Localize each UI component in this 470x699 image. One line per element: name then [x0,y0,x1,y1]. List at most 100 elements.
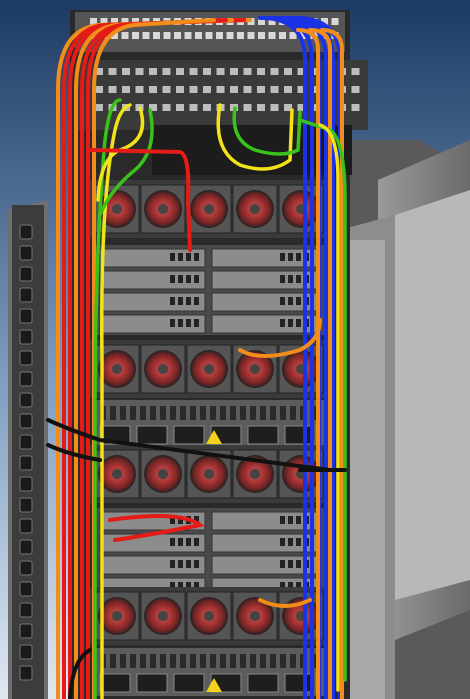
vent-slot [270,406,276,420]
blade-port [288,516,293,524]
blade-port [280,560,285,568]
switch-port [257,104,265,111]
switch-port [203,104,211,111]
pdu-outlet [19,287,33,303]
blade-port [288,253,293,261]
blade-port [288,319,293,327]
vent-slot [230,654,236,668]
blade-port [194,275,199,283]
blade-port [280,538,285,546]
blade-port [186,560,191,568]
blade-port [194,319,199,327]
switch-port [135,68,144,75]
vent-slot [140,654,146,668]
psu-module [173,425,205,445]
patch-port [237,32,244,39]
pdu-outlet [19,434,33,450]
vent-slot [150,406,156,420]
pdu-outlet [19,497,33,513]
vent-slot [270,654,276,668]
switch-port [243,104,252,111]
pdu-outlet [19,560,33,576]
blade-port [170,275,175,283]
pdu-outlet [19,665,33,681]
fan-hub [204,611,214,621]
vent-slot [200,654,206,668]
vent-slot [210,654,216,668]
vent-slot [160,654,166,668]
vent-slot [170,654,176,668]
blade-port [170,253,175,261]
switch-port [162,104,171,111]
pdu-outlet [19,308,33,324]
blade-port [296,538,301,546]
blade-port [280,297,285,305]
switch-port [243,86,252,93]
fan-hub [158,611,168,621]
vent-slot [250,406,256,420]
pdu-outlet [19,455,33,471]
blade-port [194,560,199,568]
vent-slot [260,406,266,420]
vent-slot [120,406,126,420]
patch-port [205,32,213,39]
switch-port [176,68,184,75]
vent-slot [120,654,126,668]
pdu-outlet [19,392,33,408]
patch-port [279,32,286,39]
vent-slot [210,406,216,420]
blade-port [178,275,183,283]
blade-port [170,297,175,305]
vent-slot [240,654,246,668]
vent-slot [160,406,166,420]
switch-port [257,86,265,93]
vent-slot [280,654,286,668]
switch-port [189,86,198,93]
patch-port [195,32,202,39]
blade-port [296,275,301,283]
switch-port [270,68,279,75]
vent-slot [250,654,256,668]
pdu-outlet [19,581,33,597]
switch-port [108,86,117,93]
blade-port [296,560,301,568]
switch-port [270,104,279,111]
patch-port [132,32,139,39]
pdu-outlet [19,350,33,366]
vent-slot [240,406,246,420]
patch-port [121,32,129,39]
patch-port [216,32,223,39]
vent-slot [280,406,286,420]
blade-port [178,538,183,546]
fan-hub [204,469,214,479]
switch-port [230,68,238,75]
patch-port [184,32,192,39]
patch-port [142,32,150,39]
switch-port [176,86,184,93]
switch-port [257,68,265,75]
switch-port [203,86,211,93]
switch-port [284,86,292,93]
vent-slot [230,406,236,420]
patch-port [174,32,181,39]
pdu-outlet [19,644,33,660]
blade-port [186,275,191,283]
blade-port [186,319,191,327]
blade-port [186,297,191,305]
switch-port [351,68,360,75]
vent-slot [180,406,186,420]
fan-hub [250,364,260,374]
patch-port [226,32,234,39]
switch-port [95,86,103,93]
psu-module [136,425,168,445]
pdu-outlet [19,476,33,492]
switch-port [176,104,184,111]
fan-hub [158,204,168,214]
switch-port [122,86,130,93]
blade-port [288,297,293,305]
fan-hub [112,204,122,214]
patch-port [153,32,160,39]
vent-slot [190,406,196,420]
pdu-outlet [19,371,33,387]
blade-port [178,319,183,327]
